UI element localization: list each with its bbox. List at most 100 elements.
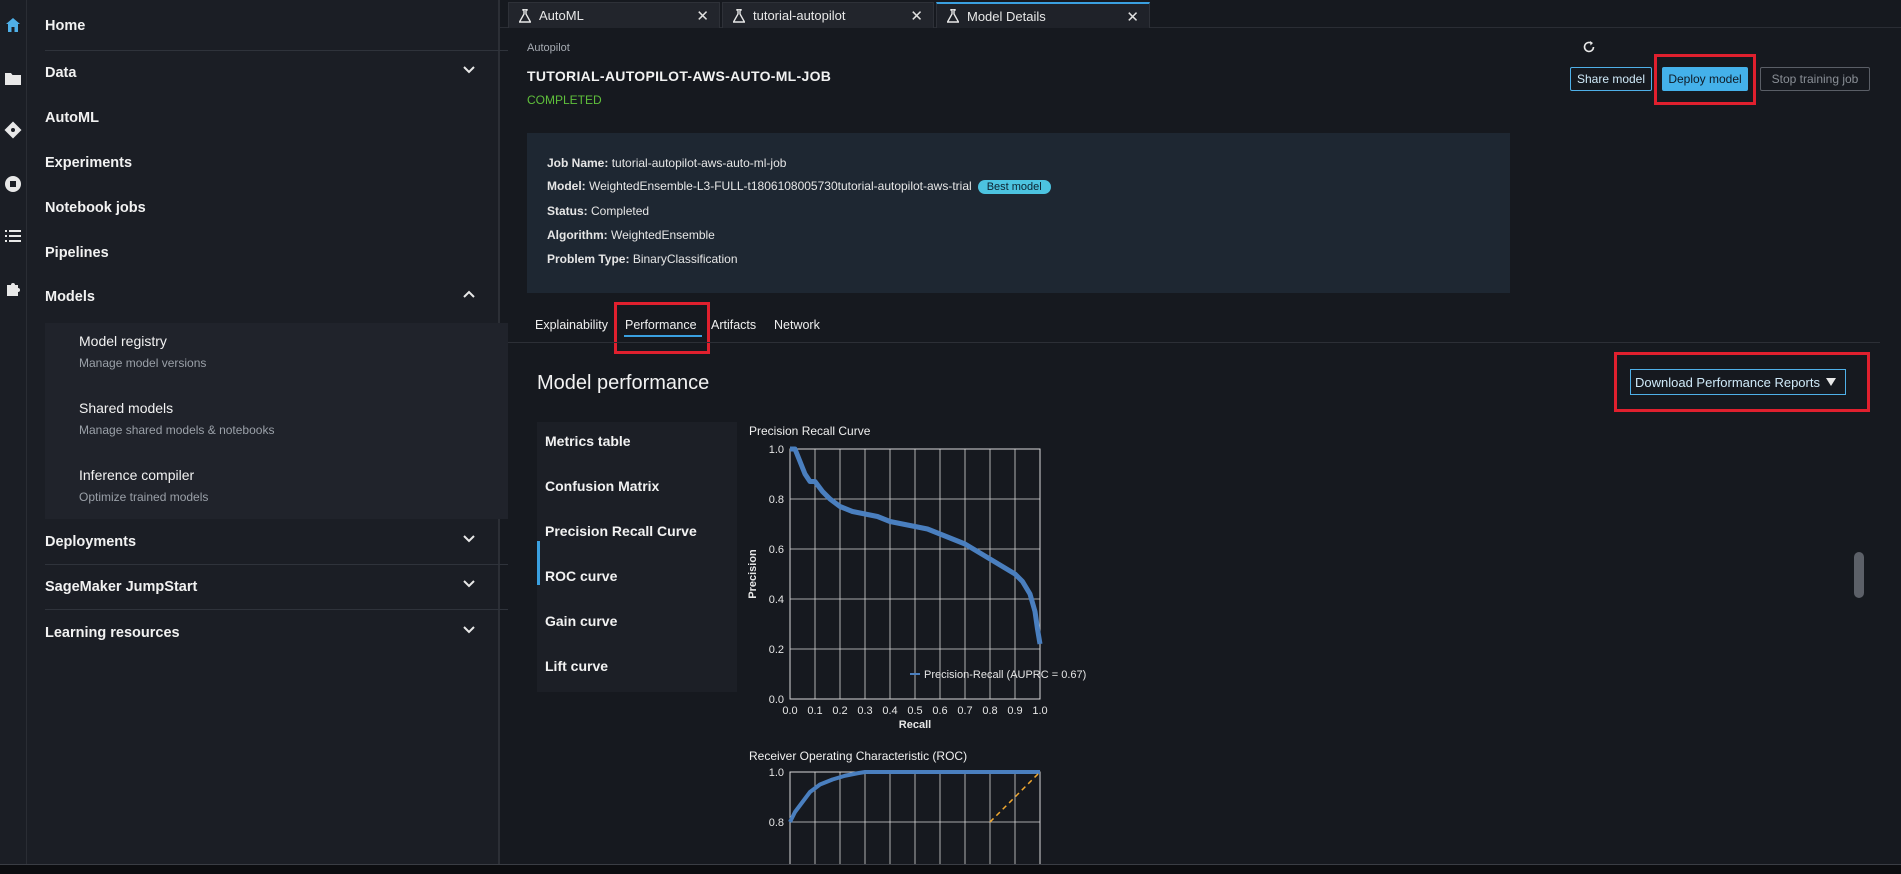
tab-explainability[interactable]: Explainability <box>535 318 608 332</box>
subitem-desc: Manage model versions <box>79 356 207 370</box>
sidebar-item-label: Data <box>45 65 77 81</box>
problem-type-value: BinaryClassification <box>632 252 738 266</box>
metric-item-roc-curve[interactable]: ROC curve <box>545 568 617 584</box>
puzzle-icon[interactable] <box>3 279 23 299</box>
pr-chart-title: Precision Recall Curve <box>749 424 871 438</box>
sidebar-item-notebook-jobs[interactable]: Notebook jobs <box>45 186 490 230</box>
stop-training-job-button[interactable]: Stop training job <box>1760 67 1870 91</box>
tab-automl[interactable]: AutoML ✕ <box>508 2 720 28</box>
problem-type-row: Problem Type: BinaryClassification <box>547 252 738 266</box>
tab-network[interactable]: Network <box>774 318 820 332</box>
x-tick-label: 0.4 <box>882 705 897 717</box>
sidebar-item-label: Home <box>45 18 86 34</box>
label: Model: <box>547 179 586 193</box>
job-name-value: tutorial-autopilot-aws-auto-ml-job <box>611 156 787 170</box>
roc-chart: 0.8 1.0 <box>769 767 1041 864</box>
chevron-down-icon <box>463 626 475 634</box>
chevron-up-icon <box>463 290 475 298</box>
close-icon[interactable]: ✕ <box>696 7 709 25</box>
subitem-desc: Optimize trained models <box>79 490 209 504</box>
sidebar-item-data[interactable]: Data <box>45 51 490 95</box>
subitem-title: Inference compiler <box>79 467 195 483</box>
chevron-down-icon <box>463 66 475 74</box>
job-summary: Job Name: tutorial-autopilot-aws-auto-ml… <box>527 133 1510 293</box>
sidebar-subitem-shared-models[interactable]: Shared models Manage shared models & not… <box>79 400 274 437</box>
sidebar-item-experiments[interactable]: Experiments <box>45 141 490 185</box>
model-details-panel: Autopilot TUTORIAL-AUTOPILOT-AWS-AUTO-ML… <box>508 29 1880 864</box>
status-row: Status: Completed <box>547 204 649 218</box>
folder-icon[interactable] <box>3 68 23 88</box>
tab-label: AutoML <box>539 8 584 23</box>
subitem-desc: Manage shared models & notebooks <box>79 423 275 437</box>
sidebar-item-learning[interactable]: Learning resources <box>45 611 490 655</box>
y-tick-label: 1.0 <box>769 767 784 779</box>
sidebar-item-label: Pipelines <box>45 245 109 261</box>
caret-down-icon <box>1825 378 1836 386</box>
x-tick-label: 0.8 <box>982 705 997 717</box>
legend-label: Precision-Recall (AUPRC = 0.67) <box>924 669 1086 681</box>
running-icon[interactable] <box>3 174 23 194</box>
label: Problem Type: <box>547 252 630 266</box>
x-tick-label: 0.0 <box>782 705 797 717</box>
divider <box>45 609 515 610</box>
git-icon[interactable] <box>3 120 23 140</box>
activity-bar <box>0 0 27 864</box>
model-value: WeightedEnsemble-L3-FULL-t1806108005730t… <box>589 179 972 193</box>
deploy-model-button[interactable]: Deploy model <box>1662 67 1748 91</box>
sidebar-item-models[interactable]: Models <box>45 275 490 319</box>
chevron-down-icon <box>463 580 475 588</box>
tab-label: Model Details <box>967 8 1046 24</box>
page-title: TUTORIAL-AUTOPILOT-AWS-AUTO-ML-JOB <box>527 68 832 84</box>
y-tick-label: 0.4 <box>769 594 784 606</box>
sidebar-item-pipelines[interactable]: Pipelines <box>45 231 490 275</box>
model-row: Model: WeightedEnsemble-L3-FULL-t1806108… <box>547 179 1051 194</box>
tab-artifacts[interactable]: Artifacts <box>711 318 756 332</box>
metric-item-gain-curve[interactable]: Gain curve <box>545 613 617 629</box>
sidebar-item-deployments[interactable]: Deployments <box>45 520 490 564</box>
flask-icon <box>733 8 745 23</box>
sidebar-item-label: Learning resources <box>45 625 180 641</box>
share-model-button[interactable]: Share model <box>1570 67 1652 91</box>
breadcrumb[interactable]: Autopilot <box>527 42 570 54</box>
sidebar-item-label: Deployments <box>45 534 137 550</box>
sidebar: Home Data AutoML Experiments Notebook jo… <box>27 0 515 864</box>
subitem-title: Shared models <box>79 400 174 416</box>
x-tick-label: 0.2 <box>832 705 847 717</box>
sidebar-subitem-model-registry[interactable]: Model registry Manage model versions <box>79 333 206 370</box>
scrollbar[interactable] <box>1854 552 1864 598</box>
sidebar-item-jumpstart[interactable]: SageMaker JumpStart <box>45 565 490 609</box>
label: Job Name: <box>547 156 609 170</box>
sidebar-item-label: AutoML <box>45 110 99 126</box>
button-label: Download Performance Reports <box>1635 374 1820 390</box>
metric-item-metrics-table[interactable]: Metrics table <box>545 433 631 449</box>
home-icon[interactable] <box>3 15 23 35</box>
algorithm-value: WeightedEnsemble <box>611 228 715 242</box>
best-model-badge: Best model <box>977 180 1051 194</box>
close-icon[interactable]: ✕ <box>1126 8 1139 26</box>
chevron-down-icon <box>463 535 475 543</box>
tab-tutorial-autopilot[interactable]: tutorial-autopilot ✕ <box>722 2 934 28</box>
y-tick-label: 0.2 <box>769 644 784 656</box>
tab-model-details[interactable]: Model Details ✕ <box>936 2 1150 28</box>
sidebar-subitem-inference-compiler[interactable]: Inference compiler Optimize trained mode… <box>79 467 208 504</box>
refresh-icon[interactable] <box>1582 40 1596 54</box>
download-reports-button[interactable]: Download Performance Reports <box>1630 369 1846 395</box>
metric-item-confusion-matrix[interactable]: Confusion Matrix <box>545 478 659 494</box>
close-icon[interactable]: ✕ <box>910 7 923 25</box>
y-tick-label: 0.8 <box>769 817 784 829</box>
list-icon[interactable] <box>3 226 23 246</box>
subitem-title: Model registry <box>79 333 167 349</box>
x-tick-label: 0.5 <box>907 705 922 717</box>
x-tick-label: 0.7 <box>957 705 972 717</box>
precision-recall-chart: 0.0 0.1 0.2 0.3 0.4 0.5 0.6 0.7 0.8 0.9 1.0 0.0 0.2 0… <box>747 444 1086 731</box>
y-axis-label: Precision <box>747 549 759 599</box>
metric-item-lift-curve[interactable]: Lift curve <box>545 658 608 674</box>
sidebar-item-home[interactable]: Home <box>45 4 490 48</box>
x-tick-label: 0.3 <box>857 705 872 717</box>
y-tick-label: 0.0 <box>769 694 784 706</box>
label: Algorithm: <box>547 228 608 242</box>
metric-item-precision-recall[interactable]: Precision Recall Curve <box>545 523 697 539</box>
sidebar-item-automl[interactable]: AutoML <box>45 96 490 140</box>
y-tick-label: 0.6 <box>769 544 784 556</box>
section-title: Model performance <box>537 372 710 394</box>
